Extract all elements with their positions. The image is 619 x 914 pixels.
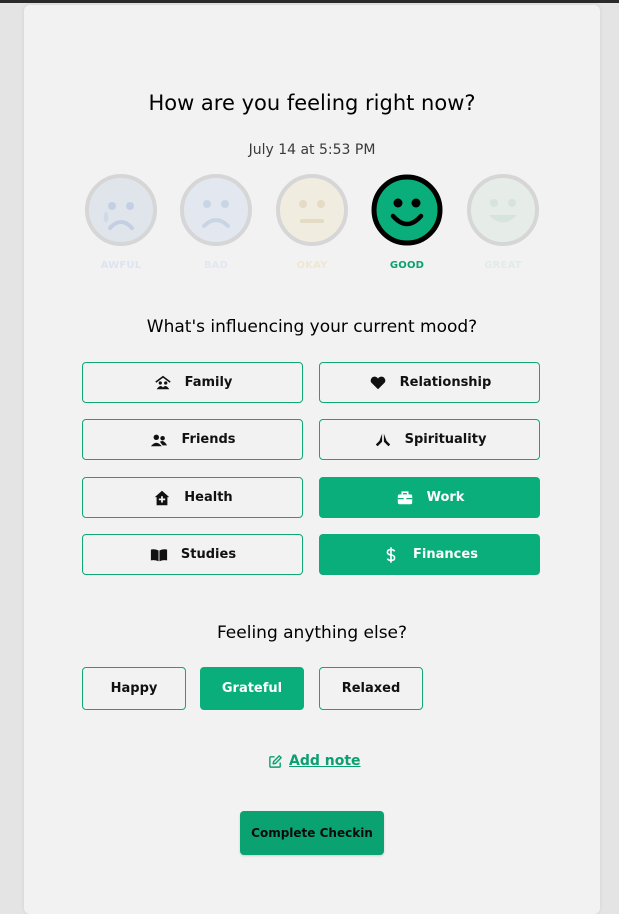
feeling-grateful-label: Grateful <box>221 681 283 696</box>
factor-finances-button[interactable]: Finances <box>319 534 540 575</box>
mood-great-label: GREAT <box>484 260 522 271</box>
factor-spirituality-button[interactable]: Spirituality <box>319 419 540 460</box>
factor-spirituality-label: Spirituality <box>404 432 487 447</box>
house-medical-icon <box>152 488 172 508</box>
mood-good[interactable]: GOOD <box>371 174 443 274</box>
factor-health-button[interactable]: Health <box>82 477 303 518</box>
complete-checkin-button[interactable]: Complete Checkin <box>240 811 384 855</box>
mood-awful-label: AWFUL <box>100 260 142 271</box>
checkin-card: How are you feeling right now? July 14 a… <box>24 5 600 914</box>
edit-icon <box>268 754 283 769</box>
heart-icon <box>368 373 388 393</box>
feeling-relaxed-button[interactable]: Relaxed <box>319 667 423 710</box>
factor-studies-label: Studies <box>180 547 237 562</box>
influences-title: What's influencing your current mood? <box>146 317 478 337</box>
add-note-label: Add note <box>289 753 361 769</box>
factor-studies-button[interactable]: Studies <box>82 534 303 575</box>
window-top-bar <box>0 0 619 3</box>
factor-relationship-label: Relationship <box>399 375 492 390</box>
factor-work-label: Work <box>426 490 465 505</box>
good-face-icon <box>371 174 443 246</box>
mood-great[interactable]: GREAT <box>467 174 539 274</box>
factor-family-label: Family <box>184 375 233 390</box>
factor-relationship-button[interactable]: Relationship <box>319 362 540 403</box>
mood-good-label: GOOD <box>389 260 425 271</box>
feelings-title: Feeling anything else? <box>216 623 408 643</box>
mood-okay-label: OKAY <box>296 260 328 271</box>
checkin-datetime: July 14 at 5:53 PM <box>248 142 376 158</box>
factor-work-button[interactable]: Work <box>319 477 540 518</box>
mood-awful[interactable]: AWFUL <box>85 174 157 274</box>
complete-checkin-label: Complete Checkin <box>251 826 373 840</box>
mood-okay[interactable]: OKAY <box>276 174 348 274</box>
mood-bad[interactable]: BAD <box>180 174 252 274</box>
bad-face-icon <box>180 174 252 246</box>
factor-health-label: Health <box>184 490 233 505</box>
mood-bad-label: BAD <box>203 260 229 271</box>
awful-face-icon <box>85 174 157 246</box>
okay-face-icon <box>276 174 348 246</box>
briefcase-icon <box>395 488 415 508</box>
factor-family-button[interactable]: Family <box>82 362 303 403</box>
family-icon <box>153 373 173 393</box>
praying-hands-icon <box>373 430 393 450</box>
friends-icon <box>149 430 169 450</box>
feeling-happy-label: Happy <box>110 681 158 696</box>
feeling-grateful-button[interactable]: Grateful <box>200 667 304 710</box>
add-note-link[interactable]: Add note <box>268 751 361 771</box>
factor-finances-label: Finances <box>413 547 478 562</box>
feeling-relaxed-label: Relaxed <box>341 681 401 696</box>
great-face-icon <box>467 174 539 246</box>
factor-friends-label: Friends <box>181 432 236 447</box>
book-icon <box>149 545 169 565</box>
feeling-happy-button[interactable]: Happy <box>82 667 186 710</box>
dollar-icon <box>381 545 401 565</box>
page-title: How are you feeling right now? <box>148 91 476 115</box>
factor-friends-button[interactable]: Friends <box>82 419 303 460</box>
